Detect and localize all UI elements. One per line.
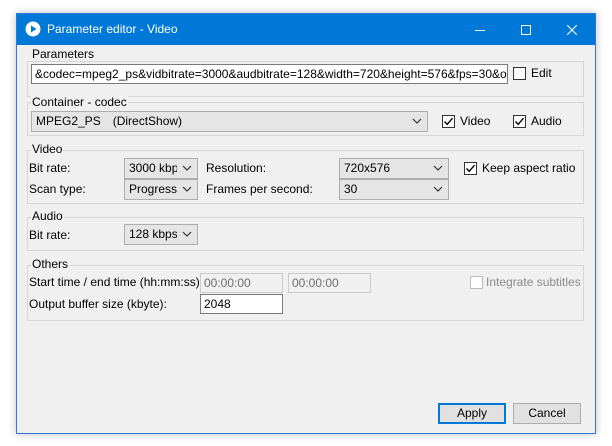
container-codec-value: MPEG2_PS (DirectShow)	[36, 114, 183, 128]
video-label: Video	[460, 114, 491, 128]
keep-aspect-checkbox[interactable]	[464, 162, 477, 175]
integrate-subtitles-checkbox[interactable]	[470, 276, 483, 289]
fps-select[interactable]: 30	[339, 179, 449, 200]
parameters-input[interactable]: &codec=mpeg2_ps&vidbitrate=3000&audbitra…	[31, 64, 508, 84]
video-group-label: Video	[31, 142, 64, 156]
maximize-button[interactable]	[503, 14, 549, 45]
video-bitrate-value: 3000 kbps	[129, 161, 177, 175]
chevron-down-icon	[412, 118, 422, 124]
parameters-group-label: Parameters	[31, 47, 96, 61]
window-title: Parameter editor - Video	[47, 22, 178, 36]
audio-bitrate-label: Bit rate:	[29, 228, 71, 242]
audio-group-label: Audio	[31, 209, 64, 223]
audio-checkbox[interactable]	[513, 115, 526, 128]
title-bar[interactable]: Parameter editor - Video	[17, 14, 595, 45]
maximize-icon	[521, 24, 531, 35]
checkmark-icon	[465, 164, 476, 173]
chevron-down-icon	[182, 165, 192, 171]
chevron-down-icon	[182, 186, 192, 192]
scan-type-select[interactable]: Progressive	[124, 179, 198, 200]
scan-type-value: Progressive	[129, 182, 177, 196]
video-bitrate-label: Bit rate:	[29, 161, 71, 175]
checkmark-icon	[514, 117, 525, 126]
edit-label: Edit	[531, 66, 552, 80]
buffer-size-label: Output buffer size (kbyte):	[29, 297, 167, 311]
time-label: Start time / end time (hh:mm:ss):	[29, 275, 204, 289]
apply-button[interactable]: Apply	[438, 403, 506, 424]
video-checkbox[interactable]	[442, 115, 455, 128]
container-codec-select[interactable]: MPEG2_PS (DirectShow)	[31, 111, 428, 132]
audio-bitrate-select[interactable]: 128 kbps	[124, 224, 198, 245]
video-bitrate-select[interactable]: 3000 kbps	[124, 158, 198, 179]
start-time-input[interactable]: 00:00:00	[200, 273, 283, 293]
chevron-down-icon	[433, 186, 443, 192]
buffer-size-input[interactable]: 2048	[200, 294, 283, 314]
keep-aspect-label: Keep aspect ratio	[482, 161, 576, 175]
audio-bitrate-value: 128 kbps	[129, 227, 177, 241]
chevron-down-icon	[182, 231, 192, 237]
end-time-input[interactable]: 00:00:00	[288, 273, 371, 293]
scan-type-label: Scan type:	[29, 182, 86, 196]
checkmark-icon	[443, 117, 454, 126]
container-codec-group-label: Container - codec	[31, 95, 128, 109]
others-group-label: Others	[31, 257, 70, 271]
cancel-button[interactable]: Cancel	[513, 403, 581, 424]
fps-value: 30	[344, 182, 358, 196]
minimize-icon	[475, 29, 485, 31]
audio-label: Audio	[531, 114, 562, 128]
audio-group	[27, 217, 584, 251]
resolution-value: 720x576	[344, 161, 391, 175]
chevron-down-icon	[433, 165, 443, 171]
minimize-button[interactable]	[457, 14, 503, 45]
resolution-label: Resolution:	[206, 161, 267, 175]
close-button[interactable]	[549, 14, 595, 45]
app-icon	[25, 21, 41, 37]
close-icon	[567, 24, 577, 35]
resolution-select[interactable]: 720x576	[339, 158, 449, 179]
fps-label: Frames per second:	[206, 182, 313, 196]
integrate-subtitles-label: Integrate subtitles	[486, 275, 581, 289]
edit-checkbox[interactable]	[513, 67, 526, 80]
dialog-window: Parameter editor - Video Parameters &cod…	[16, 13, 596, 434]
